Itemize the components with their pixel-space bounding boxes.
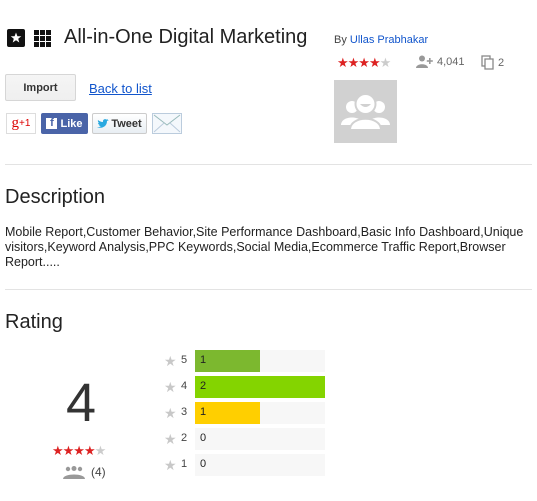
facebook-like-button[interactable]: f Like <box>41 113 88 134</box>
histogram-count: 0 <box>200 458 207 470</box>
histogram-track: 1 <box>195 350 325 372</box>
histogram-track: 0 <box>195 454 325 476</box>
histogram-count: 1 <box>200 354 207 366</box>
favorite-star-icon[interactable] <box>7 29 25 47</box>
google-plus-button[interactable]: g +1 <box>6 113 36 134</box>
users-count: 4,041 <box>416 55 465 68</box>
byline: By Ullas Prabhakar <box>334 34 428 46</box>
users-count-value: 4,041 <box>437 55 465 68</box>
page-title: All-in-One Digital Marketing <box>64 26 308 48</box>
histogram-count: 0 <box>200 432 207 444</box>
histogram-track: 1 <box>195 402 325 424</box>
copies-count-value: 2 <box>498 56 505 69</box>
people-icon <box>63 465 85 479</box>
author-avatar <box>334 80 397 143</box>
histogram-row: ★ 2 0 <box>164 428 329 450</box>
back-to-list-link[interactable]: Back to list <box>89 81 152 96</box>
star-filled-icon: ★★★★ <box>337 55 381 70</box>
description-text: Mobile Report,Customer Behavior,Site Per… <box>5 225 524 269</box>
average-star-rating: ★★★★★ <box>52 443 107 459</box>
star-icon: ★ <box>164 431 177 447</box>
twitter-bird-icon <box>97 118 110 128</box>
histogram-star-label: 5 <box>181 354 188 366</box>
grid-icon <box>34 30 51 47</box>
tweet-label: Tweet <box>111 117 142 130</box>
envelope-icon <box>153 114 181 133</box>
histogram-row: ★ 1 0 <box>164 454 329 476</box>
facebook-icon: f <box>46 118 58 129</box>
histogram-track: 2 <box>195 376 325 398</box>
import-button[interactable]: Import <box>5 74 76 101</box>
google-plus-label: +1 <box>19 118 31 129</box>
histogram-star-label: 4 <box>181 380 188 392</box>
star-icon: ★ <box>164 405 177 421</box>
histogram-count: 2 <box>200 380 207 392</box>
histogram-count: 1 <box>200 406 207 418</box>
user-group-icon <box>341 93 390 131</box>
histogram-row: ★ 5 1 <box>164 350 329 372</box>
star-icon: ★ <box>164 353 177 369</box>
histogram-track: 0 <box>195 428 325 450</box>
star-empty-icon: ★ <box>94 443 107 458</box>
author-link[interactable]: Ullas Prabhakar <box>350 34 428 46</box>
facebook-like-label: Like <box>60 117 83 130</box>
email-share-button[interactable] <box>152 113 182 134</box>
histogram-star-label: 3 <box>181 406 188 418</box>
divider <box>5 164 532 165</box>
star-empty-icon: ★ <box>379 55 392 70</box>
by-label: By <box>334 34 347 46</box>
copies-count: 2 <box>481 55 504 70</box>
histogram-row: ★ 4 2 <box>164 376 329 398</box>
add-user-icon <box>416 55 433 68</box>
google-plus-icon: g <box>11 115 20 131</box>
rating-heading: Rating <box>5 311 63 333</box>
histogram-star-label: 2 <box>181 432 188 444</box>
raters-count: (4) <box>63 465 106 479</box>
copy-icon <box>481 55 494 70</box>
header-star-rating: ★★★★★ <box>337 55 392 71</box>
histogram-bar <box>195 376 325 398</box>
star-filled-icon: ★★★★ <box>52 443 96 458</box>
star-icon: ★ <box>164 457 177 473</box>
histogram-row: ★ 3 1 <box>164 402 329 424</box>
divider <box>5 289 532 290</box>
tweet-button[interactable]: Tweet <box>92 113 147 134</box>
description-heading: Description <box>5 186 106 208</box>
average-rating: 4 <box>66 373 97 433</box>
raters-count-value: (4) <box>91 465 106 479</box>
histogram-star-label: 1 <box>181 458 188 470</box>
star-icon: ★ <box>164 379 177 395</box>
